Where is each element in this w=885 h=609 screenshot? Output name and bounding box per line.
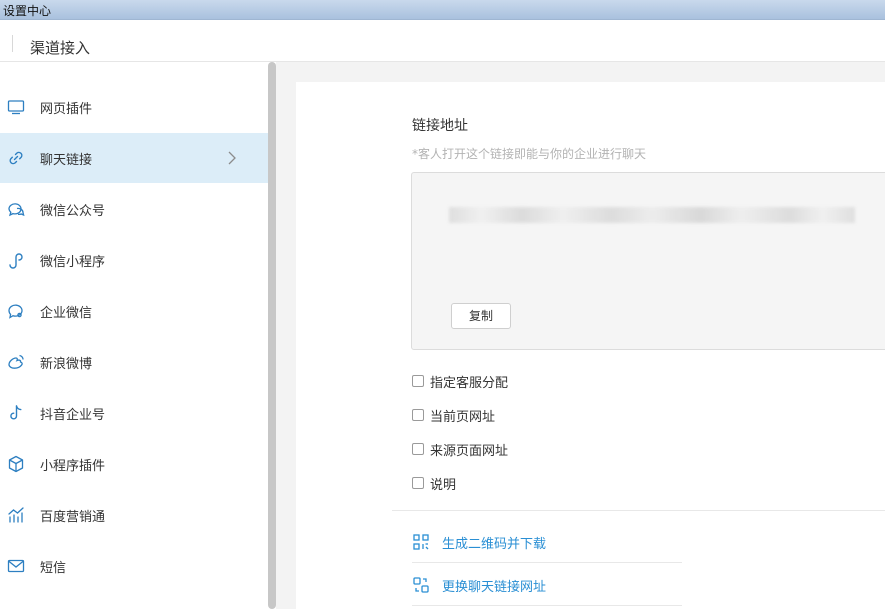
swap-icon (412, 576, 430, 594)
wecom-icon (6, 301, 26, 321)
window-title: 设置中心 (3, 4, 52, 18)
sidebar-item-label: 微信小程序 (40, 255, 106, 270)
window-titlebar: 设置中心 (0, 0, 885, 20)
checkbox[interactable] (412, 409, 424, 421)
settings-window: 设置中心 渠道接入 网页插件 聊天链接 微信公众号 微信小程序 企业微信 新浪微… (0, 0, 885, 609)
sidebar-item-baidu-marketing[interactable]: 百度营销通 (0, 490, 268, 540)
sidebar-item-label: 网页插件 (40, 102, 93, 117)
chart-icon (6, 505, 26, 525)
action-label: 生成二维码并下载 (442, 537, 547, 552)
chat-link-url-redacted (449, 207, 855, 223)
sidebar-item-label: 短信 (40, 561, 67, 576)
sidebar-item-label: 小程序插件 (40, 459, 106, 474)
option-label: 说明 (430, 478, 457, 493)
link-icon (6, 148, 26, 168)
option-label: 指定客服分配 (430, 376, 509, 391)
link-address-hint: *客人打开这个链接即能与你的企业进行聊天 (412, 147, 647, 161)
option-label: 来源页面网址 (430, 444, 509, 459)
checkbox[interactable] (412, 443, 424, 455)
mail-icon (6, 556, 26, 576)
wechat-official-icon (6, 199, 26, 219)
sidebar-item-douyin[interactable]: 抖音企业号 (0, 388, 268, 438)
sidebar-item-label: 企业微信 (40, 306, 93, 321)
sidebar-item-label: 新浪微博 (40, 357, 93, 372)
option-label: 当前页网址 (430, 410, 496, 425)
sidebar-item-wechat-official[interactable]: 微信公众号 (0, 184, 268, 234)
header-divider (12, 35, 13, 52)
sidebar-item-weibo[interactable]: 新浪微博 (0, 337, 268, 387)
section-divider (392, 510, 885, 511)
sidebar-item-label: 聊天链接 (40, 153, 93, 168)
page-title: 渠道接入 (30, 39, 91, 57)
sidebar: 网页插件 聊天链接 微信公众号 微信小程序 企业微信 新浪微博 抖音企业号 小程… (0, 62, 268, 609)
sidebar-item-chat-link[interactable]: 聊天链接 (0, 133, 268, 183)
copy-button[interactable]: 复制 (451, 303, 511, 329)
chevron-right-icon (225, 150, 239, 166)
weibo-icon (6, 352, 26, 372)
sidebar-item-wecom[interactable]: 企业微信 (0, 286, 268, 336)
cube-icon (6, 454, 26, 474)
action-divider (412, 562, 682, 563)
action-divider (412, 605, 682, 606)
link-address-title: 链接地址 (412, 118, 468, 134)
miniprogram-icon (6, 250, 26, 270)
sidebar-item-miniprogram-plugin[interactable]: 小程序插件 (0, 439, 268, 489)
sidebar-item-label: 微信公众号 (40, 204, 106, 219)
sidebar-item-sms[interactable]: 短信 (0, 541, 268, 591)
checkbox[interactable] (412, 375, 424, 387)
checkbox[interactable] (412, 477, 424, 489)
sidebar-item-label: 百度营销通 (40, 510, 106, 525)
douyin-icon (6, 403, 26, 423)
monitor-icon (6, 97, 26, 117)
qrcode-icon (412, 533, 430, 551)
action-label: 更换聊天链接网址 (442, 580, 547, 595)
sidebar-item-label: 抖音企业号 (40, 408, 106, 423)
page-header: 渠道接入 (0, 21, 885, 62)
sidebar-scrollbar[interactable] (268, 62, 276, 609)
sidebar-item-web-plugin[interactable]: 网页插件 (0, 82, 268, 132)
sidebar-item-miniprogram[interactable]: 微信小程序 (0, 235, 268, 285)
